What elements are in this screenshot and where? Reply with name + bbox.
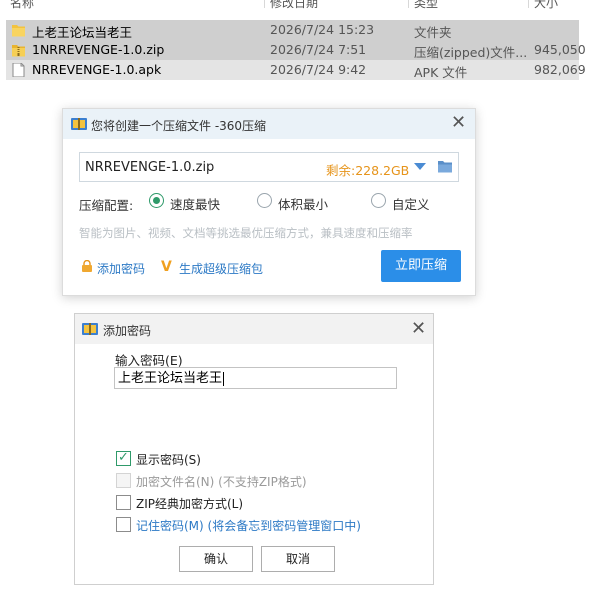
file-list-header: 名称 修改日期 类型 大小 — [6, 0, 579, 10]
checkbox-label[interactable]: ZIP经典加密方式(L) — [136, 495, 243, 512]
add-password-label[interactable]: 添加密码 — [97, 260, 145, 277]
radio-indicator[interactable] — [149, 193, 164, 208]
close-icon[interactable]: ✕ — [411, 319, 426, 339]
column-divider[interactable] — [528, 0, 529, 8]
compress-dialog-titlebar[interactable]: 您将创建一个压缩文件 -360压缩 ✕ — [63, 109, 475, 139]
file-date: 2026/7/24 9:42 — [270, 62, 367, 77]
file-size: 982,069 — [534, 62, 586, 77]
column-header-name[interactable]: 名称 — [10, 0, 34, 11]
file-name: NRREVENGE-1.0.apk — [32, 62, 162, 77]
file-type: 压缩(zipped)文件... — [414, 45, 528, 60]
add-password-dialog: 添加密码 ✕ 输入密码(E) 上老王论坛当老王 ✓ 显示密码(S) 加密文件名(… — [74, 313, 434, 585]
radio-indicator[interactable] — [371, 193, 386, 208]
checkbox-label[interactable]: 记住密码(M) (将会备忘到密码管理窗口中) — [136, 517, 361, 534]
checkbox-box[interactable]: ✓ — [116, 450, 131, 466]
text-caret — [223, 371, 225, 386]
radio-label[interactable]: 体积最小 — [278, 194, 328, 213]
archive-filename[interactable]: NRREVENGE-1.0.zip — [85, 160, 214, 175]
column-header-date[interactable]: 修改日期 — [270, 0, 318, 11]
folder-browse-icon[interactable] — [438, 160, 452, 173]
free-space-label: 剩余:228.2GB — [326, 163, 410, 178]
compress-now-button[interactable]: 立即压缩 — [381, 250, 461, 282]
column-header-size[interactable]: 大小 — [534, 0, 558, 11]
password-dialog-titlebar[interactable]: 添加密码 ✕ — [75, 314, 433, 344]
confirm-button[interactable]: 确认 — [179, 546, 253, 572]
lock-icon — [82, 260, 92, 272]
file-type: 文件夹 — [414, 25, 452, 40]
super-zip-label[interactable]: 生成超级压缩包 — [179, 260, 263, 277]
dialog-title: 您将创建一个压缩文件 -360压缩 — [91, 119, 267, 133]
archive-path-field[interactable]: NRREVENGE-1.0.zip 剩余:228.2GB — [79, 152, 459, 182]
file-list: 名称 修改日期 类型 大小 上老王论坛当老王 2026/7/24 15:23 文… — [6, 0, 586, 84]
file-name: 上老王论坛当老王 — [32, 25, 133, 40]
archive-app-icon — [82, 323, 98, 335]
zip-file-icon — [12, 45, 25, 57]
checkbox-box[interactable] — [116, 495, 131, 510]
checkbox-box[interactable] — [116, 517, 131, 532]
checkmark-icon: ✓ — [118, 450, 129, 465]
compress-config-label: 压缩配置: — [79, 198, 134, 213]
file-size: 945,050 — [534, 42, 586, 57]
archive-app-icon — [71, 118, 87, 130]
password-value: 上老王论坛当老王 — [118, 371, 223, 386]
compress-dialog: 您将创建一个压缩文件 -360压缩 ✕ NRREVENGE-1.0.zip 剩余… — [62, 108, 476, 296]
radio-label[interactable]: 自定义 — [392, 194, 430, 213]
cancel-button[interactable]: 取消 — [261, 546, 335, 572]
super-zip-icon: V — [161, 259, 172, 275]
file-date: 2026/7/24 7:51 — [270, 42, 367, 57]
radio-indicator[interactable] — [257, 193, 272, 208]
password-input[interactable]: 上老王论坛当老王 — [114, 367, 397, 389]
file-row-folder[interactable]: 上老王论坛当老王 2026/7/24 15:23 文件夹 — [6, 20, 579, 40]
file-date: 2026/7/24 15:23 — [270, 22, 375, 37]
radio-label[interactable]: 速度最快 — [170, 194, 220, 213]
checkbox-box — [116, 473, 131, 488]
dropdown-arrow-icon[interactable] — [414, 163, 426, 170]
checkbox-label: 加密文件名(N) (不支持ZIP格式) — [136, 475, 307, 489]
folder-icon — [12, 25, 25, 37]
file-name: 1NRREVENGE-1.0.zip — [32, 42, 165, 57]
column-divider[interactable] — [408, 0, 409, 8]
column-divider[interactable] — [264, 0, 265, 8]
file-row-zip[interactable]: 1NRREVENGE-1.0.zip 2026/7/24 7:51 压缩(zip… — [6, 40, 586, 60]
close-icon[interactable]: ✕ — [451, 113, 466, 133]
dialog-title: 添加密码 — [103, 324, 152, 338]
file-row-apk[interactable]: NRREVENGE-1.0.apk 2026/7/24 9:42 APK 文件 … — [6, 60, 586, 80]
compress-hint: 智能为图片、视频、文档等挑选最优压缩方式，兼具速度和压缩率 — [79, 226, 413, 240]
document-icon — [12, 63, 25, 77]
file-type: APK 文件 — [414, 65, 468, 80]
column-header-type[interactable]: 类型 — [414, 0, 438, 11]
checkbox-label[interactable]: 显示密码(S) — [136, 451, 201, 468]
